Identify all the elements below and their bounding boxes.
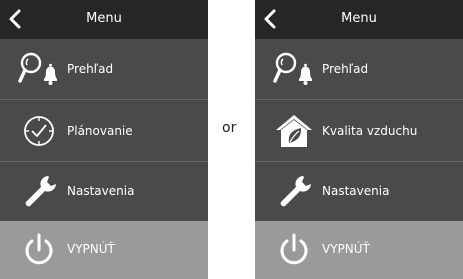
menu-item-label: Plánovanie — [67, 124, 133, 138]
clock-icon — [17, 113, 61, 149]
menu-panel-right: Menu Prehľad Kvalita vzduchu Nastavenia … — [255, 0, 463, 279]
menu-item-vypnut[interactable]: VYPNÚŤ — [0, 221, 208, 279]
menu-header: Menu — [0, 0, 208, 39]
or-connector-text: or — [222, 120, 237, 136]
menu-item-label: Kvalita vzduchu — [322, 124, 418, 138]
menu-item-label: Nastavenia — [67, 184, 135, 198]
menu-item-prehlad[interactable]: Prehľad — [255, 39, 463, 100]
wrench-icon — [17, 173, 61, 209]
menu-panel-left: Menu Prehľad Plánovanie Nastavenia VYPNÚ… — [0, 0, 208, 279]
menu-title: Menu — [86, 11, 122, 26]
menu-item-planovanie[interactable]: Plánovanie — [0, 100, 208, 162]
magnifier-bell-icon — [17, 51, 61, 87]
menu-item-label: Prehľad — [67, 62, 114, 76]
wrench-icon — [272, 173, 316, 209]
power-icon — [272, 232, 316, 268]
magnifier-bell-icon — [272, 51, 316, 87]
menu-header: Menu — [255, 0, 463, 39]
menu-item-label: VYPNÚŤ — [322, 242, 370, 256]
house-leaf-icon — [272, 113, 316, 149]
menu-item-kvalita-vzduchu[interactable]: Kvalita vzduchu — [255, 100, 463, 162]
menu-item-label: VYPNÚŤ — [67, 242, 115, 256]
menu-item-nastavenia[interactable]: Nastavenia — [0, 162, 208, 221]
menu-item-label: Nastavenia — [322, 184, 390, 198]
menu-title: Menu — [341, 11, 377, 26]
menu-item-vypnut[interactable]: VYPNÚŤ — [255, 221, 463, 279]
menu-item-nastavenia[interactable]: Nastavenia — [255, 162, 463, 221]
menu-item-label: Prehľad — [322, 62, 369, 76]
power-icon — [17, 232, 61, 268]
menu-item-prehlad[interactable]: Prehľad — [0, 39, 208, 100]
